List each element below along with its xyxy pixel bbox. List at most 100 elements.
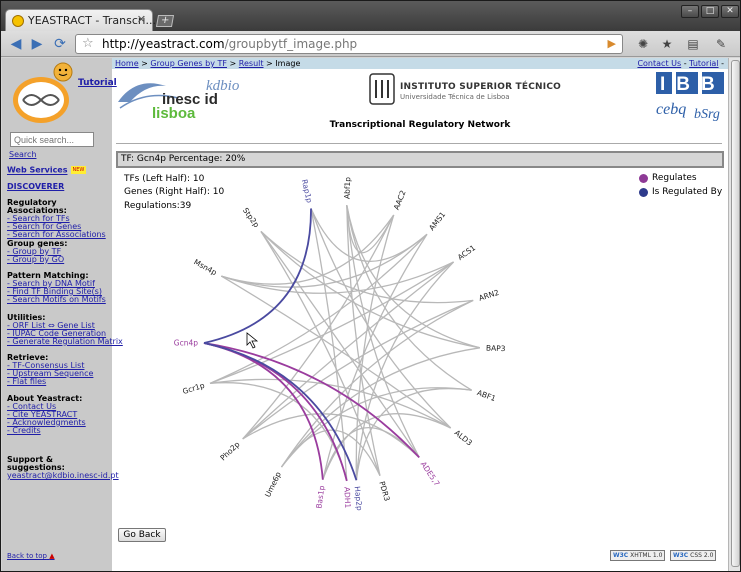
network-node-label: BAP3	[486, 344, 506, 354]
bookmarks-icon[interactable]: ★	[659, 37, 675, 51]
crumb-current: Image	[275, 59, 301, 68]
page-menu-icon[interactable]: ▤	[685, 37, 701, 51]
network-node-label: Gcn4p	[174, 339, 198, 348]
sidebar-section: Utilities: - ORF List ⇔ Gene List - IUPA…	[7, 314, 123, 346]
scrollbar-thumb[interactable]	[731, 60, 740, 567]
go-back-button[interactable]: Go Back	[118, 528, 166, 542]
browser-tab[interactable]: YEASTRACT - Transcri... ✕	[5, 9, 156, 31]
w3c-xhtml-label: XHTML 1.0	[630, 552, 663, 559]
ist-subtitle: Universidade Técnica de Lisboa	[400, 93, 510, 101]
dash: -	[681, 59, 690, 68]
network-node-label: PDR3	[377, 480, 391, 502]
page-title: Transcriptional Regulatory Network	[329, 120, 511, 130]
tutorial-link[interactable]: Tutorial	[78, 78, 117, 88]
network-node-label: AAC2	[392, 189, 408, 211]
sidebar-section: About Yeastract: - Contact Us - Cite YEA…	[7, 395, 111, 435]
new-badge: NEW	[70, 166, 87, 174]
maximize-icon[interactable]: □	[701, 5, 719, 18]
network-edge	[280, 299, 474, 468]
extension-icon[interactable]: ✺	[635, 37, 651, 51]
ibb-logo[interactable]: IBB cebq bSrg	[652, 70, 728, 124]
sidebar-section: Group genes: - Group by TF - Group by GO	[7, 240, 111, 264]
network-node-label: ADE5,7	[419, 460, 442, 488]
sidebar-section: Pattern Matching: - Search by DNA Motif …	[7, 272, 111, 304]
network-node-label: Msn4p	[192, 257, 218, 277]
w3c-css-badge[interactable]: W3C CSS 2.0	[670, 550, 717, 561]
arrow-up-icon: ▲	[49, 552, 55, 560]
discoverer-link[interactable]: DISCOVERER	[7, 182, 64, 191]
network-edge	[310, 208, 428, 262]
browser-toolbar: ◀ ▶ ⟳ ☆ http://yeastract.com/groupbytf_i…	[1, 31, 740, 57]
yeastract-logo[interactable]	[11, 62, 75, 126]
close-window-icon[interactable]: ✕	[721, 5, 739, 18]
mouse-cursor-icon	[246, 332, 259, 349]
crumb-sep: >	[138, 59, 151, 68]
go-icon[interactable]: ▶	[608, 35, 616, 53]
top-tutorial-link[interactable]: Tutorial	[689, 59, 718, 68]
quick-search-input[interactable]	[10, 132, 94, 147]
network-node-label: Abf1p	[343, 177, 353, 200]
url-path: /groupbytf_image.php	[224, 37, 358, 51]
back-to-top-label: Back to top	[7, 552, 47, 560]
tf-bar: TF: Gcn4p Percentage: 20%	[116, 151, 724, 168]
network-edge-regulated-by	[203, 208, 312, 344]
network-node-label: ACS1	[456, 243, 477, 262]
section-title: Regulatory Associations:	[7, 198, 67, 215]
main-content: Home > Group Genes by TF > Result > Imag…	[112, 58, 728, 571]
network-node-label: Rap1p	[300, 178, 314, 204]
inesc-id-logo[interactable]: inesc id lisboa kdbio	[116, 72, 252, 124]
crumb-sep: >	[227, 59, 239, 68]
network-node-label: ABF1	[476, 388, 497, 403]
vertical-scrollbar[interactable]	[728, 58, 740, 571]
network-node-label: Pho2p	[218, 440, 241, 463]
network-node-label: ADH1	[343, 487, 353, 509]
back-icon[interactable]: ◀	[7, 35, 25, 53]
sidebar-link[interactable]: - Credits	[7, 427, 111, 435]
forward-icon[interactable]: ▶	[28, 35, 46, 53]
cebq-text: cebq	[656, 101, 686, 118]
wrench-menu-icon[interactable]: ✎	[713, 37, 729, 51]
sidebar-link[interactable]: - Search for Associations	[7, 231, 111, 239]
kdbio-text: kdbio	[206, 78, 240, 94]
ist-emblem	[369, 73, 395, 105]
crumb-group[interactable]: Group Genes by TF	[150, 59, 227, 68]
network-node-label: ARN2	[478, 288, 501, 303]
support-block: Support & suggestions: yeastract@kdbio.i…	[7, 456, 119, 480]
crumb-result[interactable]: Result	[239, 59, 264, 68]
ist-title: INSTITUTO SUPERIOR TÉCNICO	[400, 82, 561, 92]
sidebar-link[interactable]: - Group by GO	[7, 256, 111, 264]
back-to-top-link[interactable]: Back to top ▲	[7, 552, 55, 560]
sidebar-link[interactable]: - Search Motifs on Motifs	[7, 296, 111, 304]
favicon-icon	[12, 15, 24, 27]
url-host: http://yeastract.com	[102, 37, 225, 51]
network-node-label: Gcr1p	[181, 381, 205, 396]
tab-strip: YEASTRACT - Transcri... ✕ + – □ ✕	[1, 1, 740, 31]
tab-close-icon[interactable]: ✕	[137, 13, 146, 26]
minimize-icon[interactable]: –	[681, 5, 699, 18]
sidebar-link[interactable]: - Flat files	[7, 378, 111, 386]
sidebar-section: Retrieve: - TF-Consensus List - Upstream…	[7, 354, 111, 386]
sidebar: Tutorial Search Web ServicesNEW DISCOVER…	[2, 58, 123, 571]
top-links: Contact Us - Tutorial -	[637, 58, 724, 69]
search-link[interactable]: Search	[9, 150, 36, 159]
bookmark-star-icon[interactable]: ☆	[82, 35, 94, 53]
regulatory-network: Gcn4p Msn4p Stp2p Rap1p Abf1p Gcr1p Pho2p Ume6p…	[174, 177, 506, 512]
contact-link[interactable]: Contact Us	[637, 59, 681, 68]
network-node-label: Ume6p	[263, 470, 283, 498]
network-node-label: ALD3	[453, 428, 474, 447]
network-edge	[346, 205, 381, 476]
address-bar[interactable]: ☆ http://yeastract.com/groupbytf_image.p…	[75, 34, 623, 54]
sidebar-link[interactable]: - Generate Regulation Matrix	[7, 338, 123, 346]
crumb-home[interactable]: Home	[115, 59, 139, 68]
crumb-sep: >	[263, 59, 276, 68]
support-email-link[interactable]: yeastract@kdbio.inesc-id.pt	[7, 472, 119, 480]
browser-window: YEASTRACT - Transcri... ✕ + – □ ✕ ◀ ▶ ⟳ …	[0, 0, 741, 572]
w3c-xhtml-badge[interactable]: W3C XHTML 1.0	[610, 550, 666, 561]
sidebar-section: Regulatory Associations: - Search for TF…	[7, 199, 111, 239]
network-edge	[260, 231, 381, 476]
new-tab-button[interactable]: +	[155, 15, 175, 27]
network-edge	[220, 275, 452, 429]
web-services-link[interactable]: Web Services	[7, 166, 68, 175]
network-node-label: Hap2p	[353, 486, 365, 512]
reload-icon[interactable]: ⟳	[51, 35, 69, 53]
